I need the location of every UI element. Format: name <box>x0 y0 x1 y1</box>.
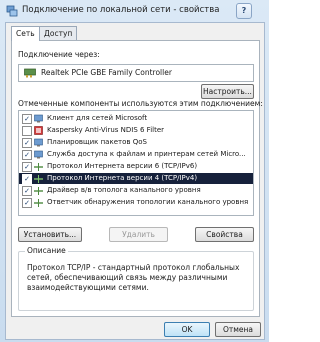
components-list[interactable]: ✓ Клиент для сетей Microsoft Kaspersky A… <box>18 110 254 216</box>
window-title: Подключение по локальной сети - свойства <box>22 5 220 15</box>
component-label: Планировщик пакетов QoS <box>47 138 147 146</box>
protocol-icon <box>34 163 43 171</box>
remove-button[interactable]: Удалить <box>109 227 168 242</box>
list-item-selected[interactable]: ✓ Протокол Интернета версии 4 (TCP/IPv4) <box>19 173 253 184</box>
component-label: Служба доступа к файлам и принтерам сете… <box>47 150 246 158</box>
tab-sharing[interactable]: Доступ <box>39 26 78 40</box>
protocol-icon <box>34 199 43 207</box>
description-text: Протокол TCP/IP - стандартный протокол г… <box>27 263 240 292</box>
list-item[interactable]: ✓ Планировщик пакетов QoS <box>19 137 253 148</box>
list-item[interactable]: Kaspersky Anti-Virus NDIS 6 Filter <box>19 125 253 136</box>
configure-button[interactable]: Настроить... <box>201 84 254 99</box>
component-checkbox[interactable]: ✓ <box>22 138 32 148</box>
tab-page-network: Подключение через: Realtek PCIe GBE Fami… <box>11 40 263 317</box>
cancel-button[interactable]: Отмена <box>215 322 261 337</box>
adapter-field: Realtek PCIe GBE Family Controller <box>18 64 254 82</box>
network-connection-icon <box>6 5 18 17</box>
network-adapter-icon <box>24 68 36 78</box>
description-group: Описание Протокол TCP/IP - стандартный п… <box>18 246 254 311</box>
list-item[interactable]: ✓ Протокол Интернета версии 6 (TCP/IPv6) <box>19 161 253 172</box>
component-label: Клиент для сетей Microsoft <box>47 114 148 122</box>
component-label: Драйвер в/в тополога канального уровня <box>47 186 201 194</box>
protocol-icon <box>34 187 43 195</box>
description-title: Описание <box>25 246 68 255</box>
component-label: Ответчик обнаружения топологии канальног… <box>47 198 249 206</box>
adapter-name: Realtek PCIe GBE Family Controller <box>41 68 172 77</box>
kaspersky-icon <box>34 126 43 135</box>
connect-using-label: Подключение через: <box>18 50 100 59</box>
properties-window: Подключение по локальной сети - свойства… <box>0 0 269 342</box>
component-checkbox[interactable]: ✓ <box>22 150 32 160</box>
component-checkbox[interactable]: ✓ <box>22 174 32 184</box>
component-label: Протокол Интернета версии 4 (TCP/IPv4) <box>47 174 198 182</box>
component-label: Протокол Интернета версии 6 (TCP/IPv6) <box>47 162 198 170</box>
network-client-icon <box>34 114 43 123</box>
component-checkbox[interactable]: ✓ <box>22 114 32 124</box>
list-item[interactable]: ✓ Служба доступа к файлам и принтерам се… <box>19 149 253 160</box>
ok-button[interactable]: OK <box>164 322 210 337</box>
dialog-body: Сеть Доступ Подключение через: Realtek P… <box>5 22 265 340</box>
properties-button[interactable]: Свойства <box>195 227 254 242</box>
component-label: Kaspersky Anti-Virus NDIS 6 Filter <box>47 126 165 134</box>
qos-icon <box>34 138 43 147</box>
component-checkbox[interactable]: ✓ <box>22 186 32 196</box>
list-item[interactable]: ✓ Драйвер в/в тополога канального уровня <box>19 185 253 196</box>
tab-network[interactable]: Сеть <box>11 26 40 41</box>
protocol-icon <box>34 175 43 183</box>
file-printer-icon <box>34 150 43 159</box>
list-item[interactable]: ✓ Ответчик обнаружения топологии канальн… <box>19 197 253 208</box>
component-checkbox[interactable] <box>22 126 32 136</box>
components-label: Отмеченные компоненты используются этим … <box>18 99 263 108</box>
list-item[interactable]: ✓ Клиент для сетей Microsoft <box>19 113 253 124</box>
component-checkbox[interactable]: ✓ <box>22 162 32 172</box>
title-bar[interactable]: Подключение по локальной сети - свойства… <box>0 0 269 22</box>
component-checkbox[interactable]: ✓ <box>22 198 32 208</box>
help-button[interactable]: ? <box>236 3 252 19</box>
install-button[interactable]: Установить... <box>18 227 82 242</box>
